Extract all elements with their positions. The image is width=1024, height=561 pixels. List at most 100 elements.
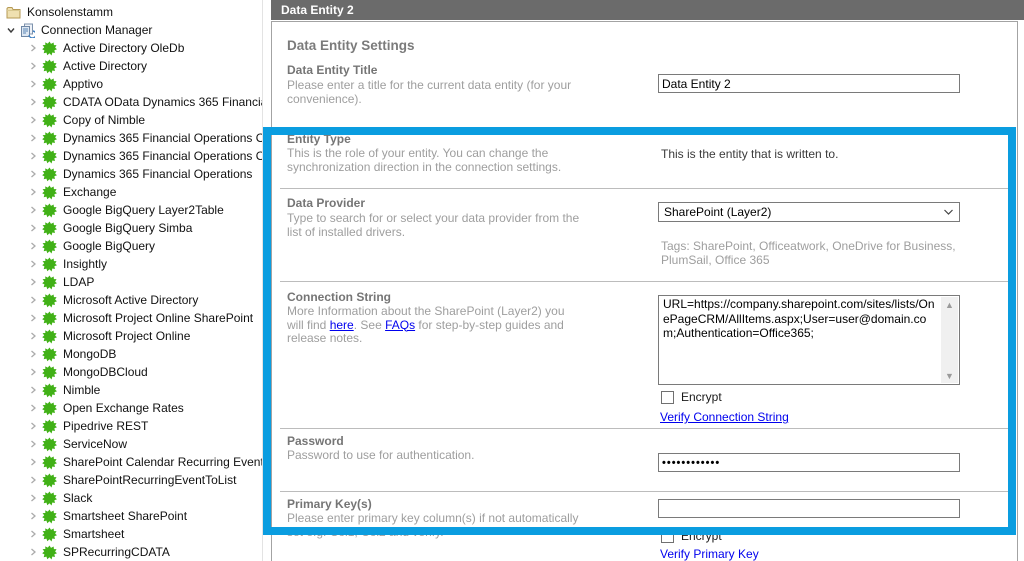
tree-item-connection[interactable]: Active Directory OleDb (0, 39, 262, 57)
chevron-collapsed-icon[interactable] (25, 490, 41, 506)
connector-icon (41, 148, 57, 164)
tree-item-connection[interactable]: Exchange (0, 183, 262, 201)
tree-item-connection[interactable]: Dynamics 365 Financial Operations OA (0, 147, 262, 165)
tree-item-connection[interactable]: SharePoint Calendar Recurring Events (0, 453, 262, 471)
chevron-collapsed-icon[interactable] (25, 238, 41, 254)
connection-string-textarea[interactable]: URL=https://company.sharepoint.com/sites… (658, 295, 960, 385)
tree-item-connection[interactable]: Dynamics 365 Financial Operations (0, 165, 262, 183)
tree-item-connection[interactable]: Slack (0, 489, 262, 507)
chevron-collapsed-icon[interactable] (25, 202, 41, 218)
connector-icon (41, 220, 57, 236)
chevron-collapsed-icon[interactable] (25, 400, 41, 416)
tree-item-connection[interactable]: Google BigQuery (0, 237, 262, 255)
connector-icon (41, 94, 57, 110)
chevron-collapsed-icon[interactable] (25, 40, 41, 56)
tree-item-label: Microsoft Project Online (63, 329, 190, 343)
here-link[interactable]: here (330, 318, 354, 332)
chevron-collapsed-icon[interactable] (25, 382, 41, 398)
primary-keys-input[interactable] (658, 499, 960, 518)
chevron-collapsed-icon[interactable] (25, 130, 41, 146)
chevron-collapsed-icon[interactable] (25, 184, 41, 200)
tree-item-connection[interactable]: Smartsheet SharePoint (0, 507, 262, 525)
encrypt-primary-key-checkbox-row[interactable]: Encrypt (661, 529, 722, 543)
verify-primary-key-link[interactable]: Verify Primary Key (660, 547, 759, 561)
tree-item-label: Active Directory (63, 59, 147, 73)
chevron-expanded-icon[interactable] (3, 22, 19, 38)
chevron-collapsed-icon[interactable] (25, 220, 41, 236)
chevron-collapsed-icon[interactable] (25, 418, 41, 434)
tree-item-connection[interactable]: Microsoft Active Directory (0, 291, 262, 309)
chevron-collapsed-icon[interactable] (25, 454, 41, 470)
tree-item-connection[interactable]: Insightly (0, 255, 262, 273)
scroll-down-icon[interactable]: ▼ (941, 368, 958, 383)
tree-item-connection[interactable]: Dynamics 365 Financial Operations OA (0, 129, 262, 147)
encrypt-label: Encrypt (681, 529, 722, 543)
chevron-collapsed-icon[interactable] (25, 526, 41, 542)
textarea-scrollbar[interactable]: ▲ ▼ (941, 297, 958, 383)
chevron-collapsed-icon[interactable] (25, 76, 41, 92)
chevron-collapsed-icon[interactable] (25, 166, 41, 182)
chevron-collapsed-icon[interactable] (25, 292, 41, 308)
tree-item-connection[interactable]: Google BigQuery Layer2Table (0, 201, 262, 219)
encrypt-connection-checkbox-row[interactable]: Encrypt (661, 390, 722, 404)
field-desc-password: Password to use for authentication. (287, 449, 587, 463)
chevron-collapsed-icon[interactable] (25, 508, 41, 524)
field-label-data-provider: Data Provider (287, 196, 365, 210)
tree-item-connection[interactable]: SharePointRecurringEventToList (0, 471, 262, 489)
tree-item-connection[interactable]: Active Directory (0, 57, 262, 75)
chevron-collapsed-icon[interactable] (25, 472, 41, 488)
tree-item-connection-manager[interactable]: Connection Manager (0, 21, 262, 39)
scroll-up-icon[interactable]: ▲ (941, 297, 958, 312)
tree-item-connection[interactable]: Microsoft Project Online SharePoint (0, 309, 262, 327)
data-provider-select[interactable]: SharePoint (Layer2) (658, 202, 960, 222)
verify-connection-string-link[interactable]: Verify Connection String (660, 410, 789, 424)
tree-item-console-root[interactable]: Konsolenstamm (0, 3, 262, 21)
chevron-collapsed-icon[interactable] (25, 310, 41, 326)
chevron-collapsed-icon[interactable] (25, 364, 41, 380)
connector-icon (41, 130, 57, 146)
password-input[interactable] (658, 453, 960, 472)
tree-item-label: Dynamics 365 Financial Operations OA (63, 131, 263, 145)
faqs-link[interactable]: FAQs (385, 318, 415, 332)
connector-icon (41, 400, 57, 416)
chevron-collapsed-icon[interactable] (25, 58, 41, 74)
tree-item-connection[interactable]: SPRecurringCDATA (0, 543, 262, 561)
tree-item-connection[interactable]: Apptivo (0, 75, 262, 93)
connector-icon (41, 544, 57, 560)
tree-item-connection[interactable]: Microsoft Project Online (0, 327, 262, 345)
connector-icon (41, 58, 57, 74)
chevron-collapsed-icon[interactable] (25, 274, 41, 290)
tree-item-connection[interactable]: Nimble (0, 381, 262, 399)
chevron-collapsed-icon[interactable] (25, 256, 41, 272)
tree-item-label: Google BigQuery Simba (63, 221, 192, 235)
field-desc-data-provider: Type to search for or select your data p… (287, 212, 587, 239)
chevron-collapsed-icon[interactable] (25, 436, 41, 452)
tree-item-connection[interactable]: MongoDB (0, 345, 262, 363)
tree-item-label: Open Exchange Rates (63, 401, 184, 415)
tree-item-label: MongoDB (63, 347, 116, 361)
chevron-collapsed-icon[interactable] (25, 94, 41, 110)
tree-item-connection[interactable]: ServiceNow (0, 435, 262, 453)
tree-item-label: Konsolenstamm (27, 5, 113, 19)
chevron-collapsed-icon[interactable] (25, 328, 41, 344)
tree-item-connection[interactable]: LDAP (0, 273, 262, 291)
data-entity-title-input[interactable] (658, 74, 960, 93)
checkbox-unchecked[interactable] (661, 391, 674, 404)
field-desc-primary-keys: Please enter primary key column(s) if no… (287, 512, 587, 539)
tree-item-label: Dynamics 365 Financial Operations (63, 167, 252, 181)
tree-item-connection[interactable]: Google BigQuery Simba (0, 219, 262, 237)
tree-item-connection[interactable]: Copy of Nimble (0, 111, 262, 129)
tree-item-connection[interactable]: Pipedrive REST (0, 417, 262, 435)
checkbox-unchecked[interactable] (661, 530, 674, 543)
tree-item-connection[interactable]: Open Exchange Rates (0, 399, 262, 417)
tree-item-connection[interactable]: MongoDBCloud (0, 363, 262, 381)
tree-item-connection[interactable]: Smartsheet (0, 525, 262, 543)
connector-icon (41, 274, 57, 290)
tree-item-label: Microsoft Active Directory (63, 293, 198, 307)
tree-item-connection[interactable]: CDATA OData Dynamics 365 Financial ( (0, 93, 262, 111)
field-label-entity-type: Entity Type (287, 132, 351, 146)
chevron-collapsed-icon[interactable] (25, 148, 41, 164)
chevron-collapsed-icon[interactable] (25, 112, 41, 128)
chevron-collapsed-icon[interactable] (25, 346, 41, 362)
chevron-collapsed-icon[interactable] (25, 544, 41, 560)
